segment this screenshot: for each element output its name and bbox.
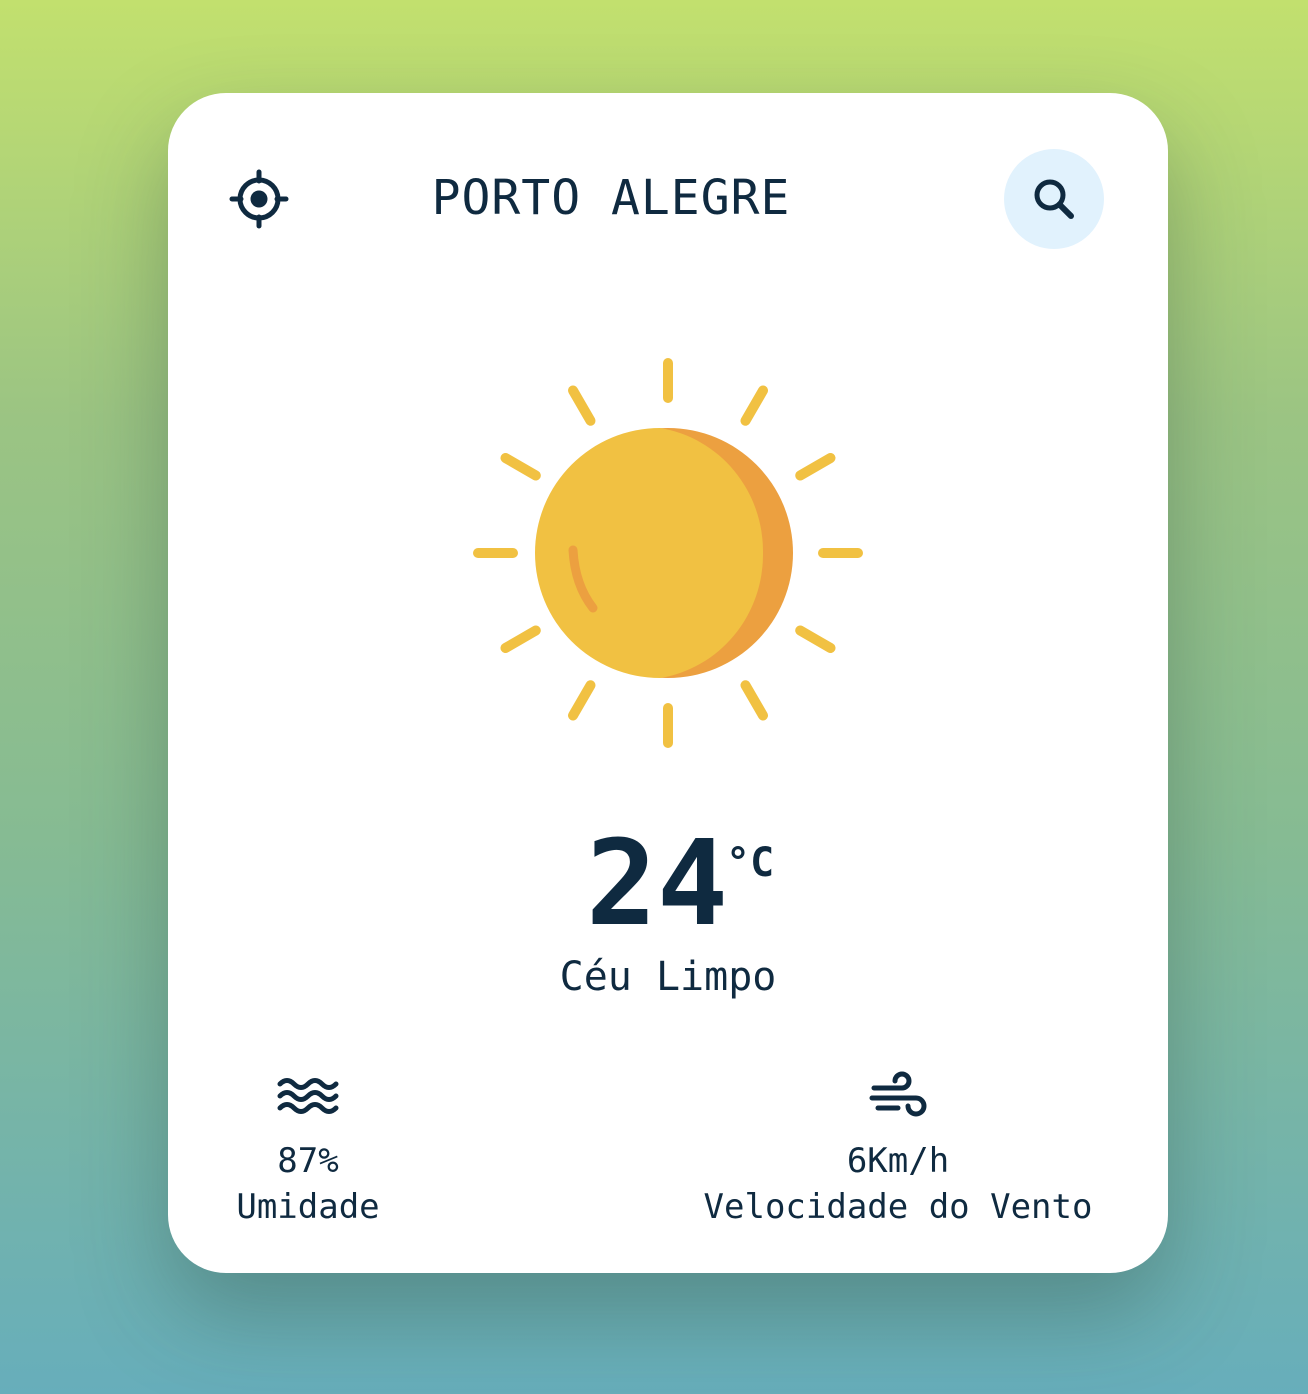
temperature-display: 24 °C [168, 813, 1168, 953]
humidity-label: Umidade [236, 1187, 380, 1227]
city-name: PORTO ALEGRE [431, 170, 791, 226]
humidity-stat: 87% Umidade [208, 1068, 408, 1230]
wind-value: 6Km/h [846, 1141, 950, 1181]
temperature-unit: °C [726, 840, 775, 886]
search-icon [1034, 179, 1074, 219]
wind-stat: 6Km/h Velocidade do Vento [668, 1068, 1128, 1230]
temperature-value: 24 [586, 814, 729, 952]
wind-icon [869, 1071, 927, 1117]
weather-condition: Céu Limpo [559, 954, 777, 1000]
wind-label: Velocidade do Vento [703, 1187, 1093, 1227]
weather-card: PORTO ALEGRE 24 °C Céu Limpo 87% Umidade… [168, 93, 1168, 1273]
search-button[interactable] [1004, 149, 1104, 249]
sun-icon [473, 358, 863, 748]
humidity-value: 87% [277, 1141, 339, 1181]
humidity-waves-icon [277, 1078, 339, 1114]
